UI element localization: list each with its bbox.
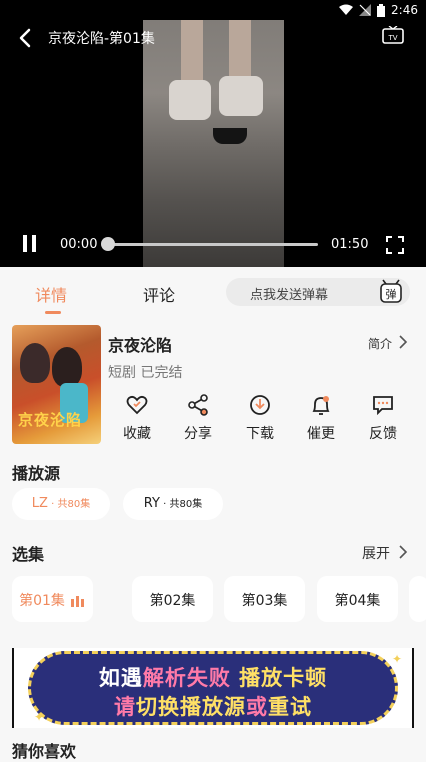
fullscreen-icon[interactable] [386, 236, 404, 254]
banner-line1: 如遇解析失败 播放卡顿 [31, 662, 395, 692]
share-label: 分享 [184, 426, 212, 442]
episode-item[interactable]: 第03集 [224, 576, 305, 622]
tv-cast-icon[interactable]: TV [382, 26, 404, 46]
poster-figure-left [20, 343, 50, 383]
playing-bars-icon [70, 595, 86, 611]
banner-text: 或 [246, 695, 268, 719]
back-arrow-icon[interactable] [16, 26, 36, 50]
danmu-icon-char: 弹 [386, 287, 397, 301]
banner-text: 解析失败 [142, 666, 231, 690]
video-controls: 00:00 01:50 [0, 232, 426, 258]
episodes-title: 选集 [12, 545, 45, 564]
danmu-icon[interactable]: 弹 [376, 278, 406, 306]
poster-title: 京夜沦陷 [18, 411, 83, 429]
drama-subtitle: 短剧 已完结 [108, 365, 183, 381]
video-title: 京夜沦陷-第01集 [48, 31, 155, 47]
drama-title: 京夜沦陷 [108, 336, 173, 355]
recommend-title: 猜你喜欢 [12, 742, 77, 761]
sources-title: 播放源 [12, 464, 61, 483]
tab-indicator [45, 311, 61, 314]
tab-details[interactable]: 详情 [35, 282, 67, 306]
episode-label: 第01集 [19, 593, 65, 609]
total-time: 01:50 [331, 237, 369, 252]
feedback-button[interactable]: 反馈 [360, 393, 406, 443]
banner-right-edge [412, 648, 414, 728]
drama-poster[interactable]: 京夜沦陷 [12, 325, 101, 444]
source-count: 共80集 [169, 499, 203, 510]
download-icon [250, 395, 270, 415]
share-icon [188, 394, 208, 416]
chevron-right-icon[interactable] [398, 545, 408, 559]
danmu-input[interactable]: 点我发送弹幕 弹 [226, 278, 410, 306]
heart-icon [126, 395, 148, 415]
status-bar: 2:46 [0, 0, 426, 20]
banner-left-edge [12, 648, 14, 728]
feedback-icon [373, 396, 393, 416]
svg-text:TV: TV [387, 34, 397, 42]
detail-tabs: 详情 评论 点我发送弹幕 弹 [0, 268, 426, 318]
remind-label: 催更 [307, 426, 335, 442]
progress-track[interactable] [106, 243, 318, 246]
intro-link[interactable]: 简介 [368, 335, 392, 352]
tab-comments[interactable]: 评论 [143, 282, 175, 306]
banner-text: 请 [114, 695, 136, 719]
favorite-button[interactable]: 收藏 [114, 393, 160, 443]
source-name: LZ [31, 496, 48, 511]
source-count: 共80集 [57, 499, 91, 510]
feedback-label: 反馈 [369, 426, 397, 442]
source-chip-ry[interactable]: RY · 共80集 [123, 488, 223, 520]
progress-thumb[interactable] [101, 237, 115, 251]
banner-text: 切换播放源 [136, 695, 246, 719]
episode-item[interactable]: 第02集 [132, 576, 213, 622]
star-icon: ✦ [34, 710, 45, 724]
remind-button[interactable]: 催更 [298, 393, 344, 443]
signal-icon [359, 4, 372, 16]
expand-link[interactable]: 展开 [362, 543, 390, 563]
pause-icon[interactable] [22, 235, 38, 253]
banner-text: 如遇 [98, 666, 143, 690]
current-time: 00:00 [60, 237, 98, 252]
video-top-bar: 京夜沦陷-第01集 TV [0, 24, 426, 54]
episode-item[interactable]: 第04集 [317, 576, 398, 622]
banner-text: 播放卡顿 [230, 666, 328, 690]
danmu-placeholder: 点我发送弹幕 [250, 288, 329, 303]
battery-icon [377, 3, 386, 17]
episode-label: 第04集 [334, 593, 381, 609]
download-button[interactable]: 下载 [237, 393, 283, 443]
favorite-label: 收藏 [123, 426, 151, 442]
video-shoe-toe [213, 128, 247, 144]
source-chip-lz[interactable]: LZ · 共80集 [12, 488, 110, 520]
banner-line2: 请切换播放源或重试 [31, 691, 395, 721]
episode-label: 第03集 [241, 593, 288, 609]
episode-label: 第02集 [149, 593, 196, 609]
bell-icon [312, 396, 330, 415]
status-time: 2:46 [391, 3, 418, 17]
download-label: 下载 [246, 426, 274, 442]
episode-item-partial[interactable] [409, 576, 426, 622]
banner-text: 重试 [268, 695, 312, 719]
share-button[interactable]: 分享 [175, 393, 221, 443]
source-name: RY [143, 496, 160, 511]
source-tip-banner: 如遇解析失败 播放卡顿 请切换播放源或重试 ✦ ✦ [12, 648, 414, 728]
video-shoe-right [219, 76, 263, 116]
banner-pill: 如遇解析失败 播放卡顿 请切换播放源或重试 [28, 651, 398, 725]
poster-figure-right [52, 347, 82, 387]
video-shoe-left [169, 80, 211, 120]
episode-item[interactable]: 第01集 [12, 576, 93, 622]
chevron-right-icon[interactable] [398, 335, 408, 349]
star-icon: ✦ [392, 652, 403, 666]
wifi-icon [339, 4, 354, 15]
